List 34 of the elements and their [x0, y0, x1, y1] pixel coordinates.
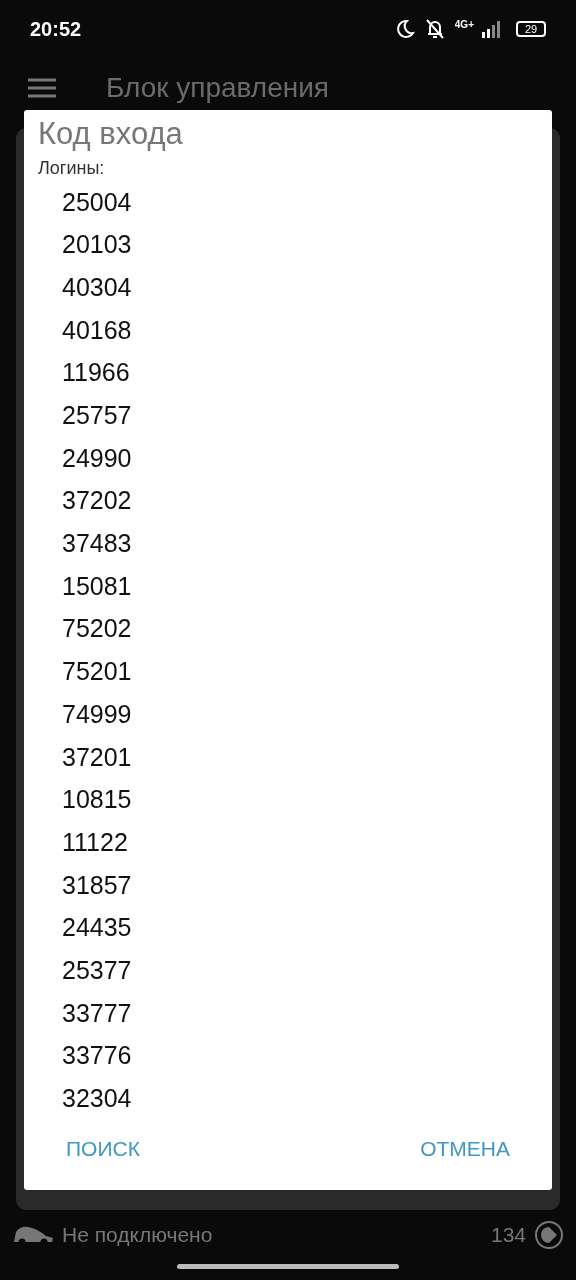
login-item[interactable]: 11122 — [24, 821, 552, 864]
logins-label: Логины: — [38, 157, 106, 180]
login-item[interactable]: 20103 — [24, 223, 552, 267]
login-item[interactable]: 37483 — [24, 522, 552, 566]
connection-status: Не подключено — [62, 1222, 213, 1249]
login-item[interactable]: 11966 — [24, 351, 552, 395]
login-item[interactable]: 25377 — [24, 949, 552, 993]
dialog-title: Код входа — [38, 115, 184, 153]
login-item[interactable]: 74999 — [24, 693, 552, 736]
login-item[interactable]: 33776 — [24, 1034, 552, 1078]
login-item[interactable]: 37202 — [24, 479, 552, 523]
login-item[interactable]: 32304 — [24, 1077, 552, 1121]
login-item[interactable]: 31857 — [24, 864, 552, 907]
clock: 20:52 — [30, 17, 82, 42]
signal-icon — [482, 20, 502, 38]
count-label: 134 — [490, 1222, 526, 1249]
gauge-icon — [534, 1220, 564, 1250]
login-item[interactable]: 33777 — [24, 992, 552, 1035]
login-item[interactable]: 75201 — [24, 650, 552, 694]
login-item[interactable]: 15081 — [24, 565, 552, 608]
network-label: 4G+ — [454, 20, 474, 30]
login-item[interactable]: 24990 — [24, 437, 552, 480]
moon-icon — [394, 19, 415, 39]
login-item[interactable]: 40168 — [24, 309, 552, 352]
login-item[interactable]: 37201 — [24, 735, 552, 779]
login-item[interactable]: 75202 — [24, 607, 552, 651]
menu-icon[interactable] — [28, 78, 56, 98]
login-item[interactable]: 24435 — [24, 906, 552, 950]
battery-icon: 29 — [516, 21, 546, 37]
login-item[interactable]: 25757 — [24, 394, 552, 438]
login-item[interactable]: 40304 — [24, 266, 552, 310]
login-item[interactable]: 25004 — [24, 181, 552, 224]
login-item[interactable]: 10815 — [24, 778, 552, 822]
app-title: Блок управления — [106, 71, 330, 105]
